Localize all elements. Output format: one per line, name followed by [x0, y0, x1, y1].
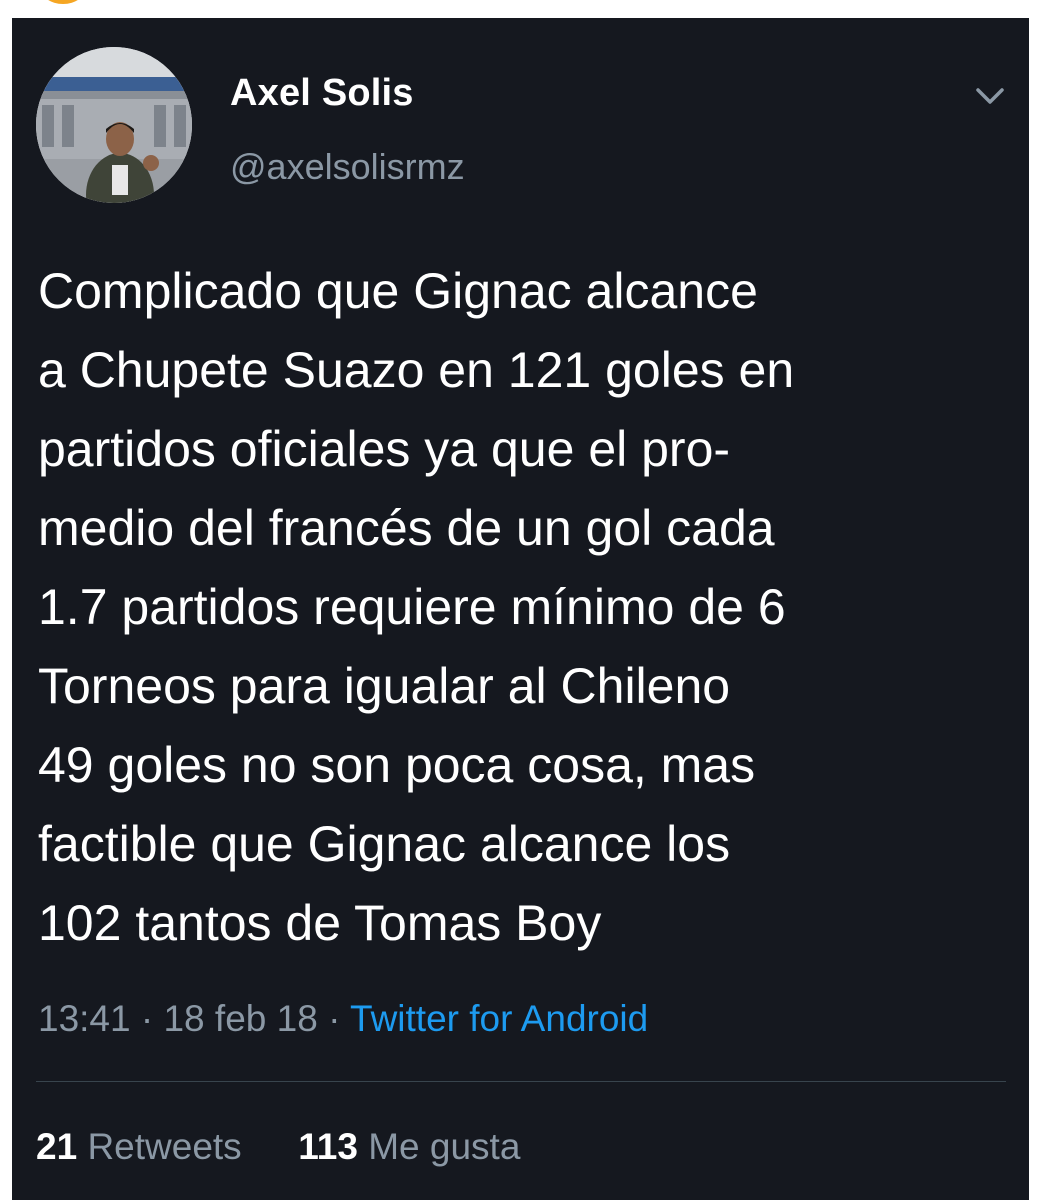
tweet-source-link[interactable]: Twitter for Android	[350, 998, 648, 1039]
likes-label: Me gusta	[368, 1126, 521, 1167]
avatar[interactable]	[36, 47, 192, 203]
divider	[36, 1081, 1006, 1082]
tweet-date[interactable]: 18 feb 18	[163, 998, 317, 1039]
retweets-label: Retweets	[87, 1126, 242, 1167]
emoji-fragment	[40, 0, 86, 4]
tweet-text: Complicado que Gignac alcance a Chupete …	[38, 263, 795, 951]
chevron-down-icon[interactable]	[972, 82, 1008, 110]
avatar-photo	[36, 47, 192, 203]
meta-separator: ·	[328, 998, 341, 1039]
likes-stat[interactable]: 113 Me gusta	[298, 1126, 520, 1167]
retweets-count: 21	[36, 1126, 78, 1167]
tweet-stats: 21 Retweets 113 Me gusta	[36, 1126, 520, 1168]
likes-count: 113	[298, 1126, 358, 1167]
author-display-name[interactable]: Axel Solis	[230, 72, 414, 115]
author-handle[interactable]: @axelsolisrmz	[230, 146, 465, 188]
tweet-time[interactable]: 13:41	[38, 998, 131, 1039]
top-strip	[0, 0, 1042, 18]
retweets-stat[interactable]: 21 Retweets	[36, 1126, 252, 1167]
meta-separator: ·	[140, 998, 154, 1039]
tweet-metadata: 13:41 · 18 feb 18 · Twitter for Android	[38, 998, 648, 1040]
tweet-card: Axel Solis @axelsolisrmz Complicado que …	[12, 18, 1029, 1200]
